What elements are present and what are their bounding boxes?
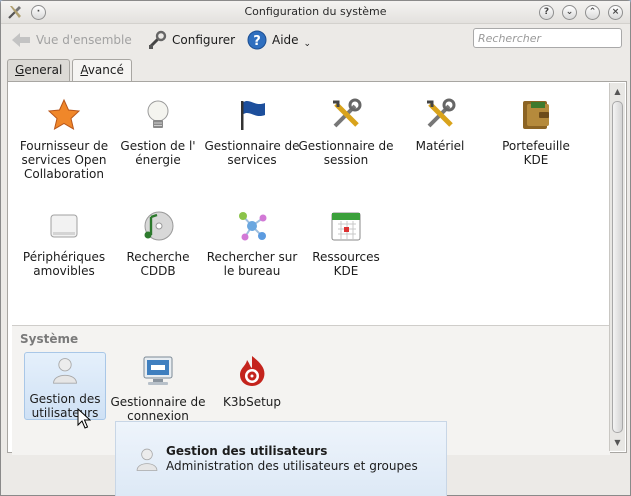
back-arrow-icon xyxy=(12,33,30,47)
mouse-cursor-icon xyxy=(77,408,91,429)
scroll-thumb[interactable] xyxy=(612,101,623,433)
scroll-down-icon[interactable]: ▼ xyxy=(611,436,624,449)
main-toolbar: Vue d'ensemble Configurer ? Aide ⌄ xyxy=(1,24,630,57)
module-k3bsetup[interactable]: K3bSetup xyxy=(204,354,300,409)
tab-advanced[interactable]: Avancé xyxy=(72,59,132,83)
title-bar[interactable]: · Configuration du système ? ⌄ ⌃ × xyxy=(1,1,630,24)
module-service-manager[interactable]: Gestionnaire de services xyxy=(204,98,300,167)
tooltip-title: Gestion des utilisateurs xyxy=(166,444,328,458)
window-title: Configuration du système xyxy=(244,5,387,18)
configure-label: Configurer xyxy=(172,33,236,47)
calendar-icon xyxy=(331,212,361,241)
module-kde-wallet[interactable]: Portefeuille KDE xyxy=(488,98,584,167)
tools-icon xyxy=(333,98,362,128)
module-cddb-search[interactable]: Recherche CDDB xyxy=(110,209,206,278)
wrench-icon xyxy=(148,30,167,49)
module-hardware[interactable]: Matériel xyxy=(392,98,488,153)
module-user-management[interactable]: Gestion des utilisateurs xyxy=(24,352,106,420)
close-button[interactable]: × xyxy=(608,5,623,20)
section-title: Système xyxy=(20,332,79,346)
wallet-icon xyxy=(523,101,549,129)
tab-bar: General Avancé xyxy=(7,59,134,83)
flag-icon xyxy=(241,100,265,130)
configure-button[interactable]: Configurer xyxy=(147,28,235,52)
user-icon xyxy=(53,358,77,384)
help-window-button[interactable]: ? xyxy=(539,5,554,20)
module-removable-devices[interactable]: Périphériques amovibles xyxy=(16,209,112,278)
help-icon: ? xyxy=(247,30,267,50)
module-desktop-search[interactable]: Rechercher sur le bureau xyxy=(204,209,300,278)
overview-button[interactable]: Vue d'ensemble xyxy=(11,28,132,52)
scroll-up-icon[interactable]: ▲ xyxy=(611,85,624,98)
help-button[interactable]: ? Aide ⌄ xyxy=(247,28,311,52)
tooltip-description: Administration des utilisateurs et group… xyxy=(166,459,418,473)
tools-icon xyxy=(427,98,456,128)
system-settings-window: · Configuration du système ? ⌄ ⌃ × Vue d… xyxy=(0,0,631,496)
star-icon xyxy=(47,98,81,131)
module-login-manager[interactable]: Gestionnaire de connexion xyxy=(110,354,206,423)
help-label: Aide xyxy=(272,33,299,47)
modules-panel: Fournisseur de services Open Collaborati… xyxy=(7,81,627,455)
module-tooltip: Gestion des utilisateurs Administration … xyxy=(115,421,447,496)
svg-text:?: ? xyxy=(253,34,261,49)
module-session-manager[interactable]: Gestionnaire de session xyxy=(298,98,394,167)
search-input[interactable] xyxy=(473,28,622,48)
chevron-down-icon: ⌄ xyxy=(303,39,312,49)
drive-icon xyxy=(50,214,78,238)
vertical-scrollbar[interactable]: ▲ ▼ xyxy=(609,83,625,451)
tab-general[interactable]: General xyxy=(7,59,71,82)
module-kde-resources[interactable]: Ressources KDE xyxy=(298,209,394,278)
module-power-management[interactable]: Gestion de l' énergie xyxy=(110,98,206,167)
minimize-button[interactable]: ⌄ xyxy=(562,5,577,20)
module-open-collaboration[interactable]: Fournisseur de services Open Collaborati… xyxy=(16,98,112,181)
lightbulb-icon xyxy=(147,100,169,128)
k3b-icon xyxy=(240,356,265,386)
overview-label: Vue d'ensemble xyxy=(36,33,132,47)
cd-icon xyxy=(144,211,174,241)
maximize-button[interactable]: ⌃ xyxy=(585,5,600,20)
monitor-icon xyxy=(143,356,173,385)
user-icon xyxy=(136,448,158,471)
nepomuk-icon xyxy=(239,212,267,241)
